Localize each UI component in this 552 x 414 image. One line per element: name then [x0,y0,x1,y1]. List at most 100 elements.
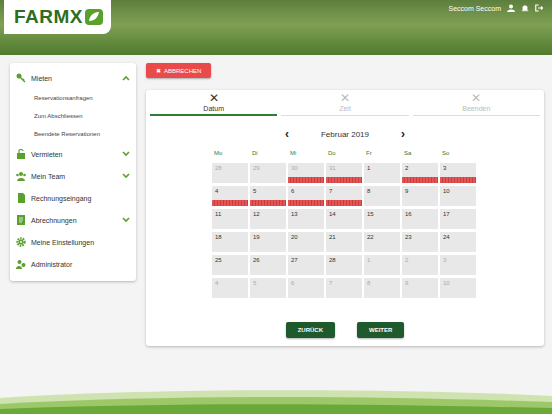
sidebar-item[interactable]: Meine Einstellungen [10,231,136,253]
sidebar-subitem[interactable]: Reservationsanfragen [10,89,136,107]
logo[interactable]: FARMX [4,0,111,34]
lock-icon [16,149,26,159]
calendar-day[interactable]: 8 [364,278,400,298]
calendar-day[interactable]: 15 [364,209,400,229]
calendar-day[interactable]: 9 [402,278,438,298]
calendar-day[interactable]: 28 [326,255,362,275]
chevron-icon[interactable] [122,75,130,81]
sidebar-group: Mein Team [10,165,136,187]
close-icon: ✕ [471,92,481,105]
reservation-bar [402,177,438,183]
calendar-day[interactable]: 10 [440,278,476,298]
close-icon: ✕ [340,92,350,105]
reservation-bar [326,177,362,183]
calendar-day[interactable]: 6 [288,186,324,206]
month-label: Februar 2019 [321,130,369,139]
calendar-day[interactable]: 1 [364,255,400,275]
calendar-day[interactable]: 29 [250,163,286,183]
user-bar: Seccom Seccom [440,0,552,16]
calendar-day[interactable]: 9 [402,186,438,206]
calendar-day[interactable]: 1 [364,163,400,183]
calendar-day[interactable]: 31 [326,163,362,183]
calendar-day[interactable]: 19 [250,232,286,252]
sidebar: MietenReservationsanfragenZum Abschliess… [10,63,136,281]
prev-month-button[interactable]: ‹ [285,128,289,140]
sidebar-item[interactable]: Mieten [10,67,136,89]
calendar-day[interactable]: 3 [440,255,476,275]
cancel-icon: ✖ [156,67,161,74]
sidebar-group: Vermieten [10,143,136,165]
chevron-icon[interactable] [122,217,130,223]
logout-icon[interactable] [535,4,544,12]
close-icon: ✕ [209,92,219,105]
calendar-day[interactable]: 20 [288,232,324,252]
calendar-day[interactable]: 5 [250,186,286,206]
calendar-day[interactable]: 7 [326,186,362,206]
calendar-day[interactable]: 27 [288,255,324,275]
calendar-day[interactable]: 17 [440,209,476,229]
calendar-day[interactable]: 2 [402,163,438,183]
calendar-day[interactable]: 7 [326,278,362,298]
chevron-icon[interactable] [122,173,130,179]
calendar-day[interactable]: 26 [250,255,286,275]
toolbar: ✖ABBRECHEN [146,63,544,78]
step-tab: ✕Beenden [413,90,540,116]
calendar-grid: MoDiMiDoFrSaSo28293031123456789101112131… [212,150,478,298]
billing-icon [16,215,26,225]
cancel-button[interactable]: ✖ABBRECHEN [146,63,211,78]
sidebar-item[interactable]: Administrator [10,253,136,275]
sidebar-item[interactable]: Abrechnungen [10,209,136,231]
calendar-day[interactable]: 23 [402,232,438,252]
next-button[interactable]: WEITER [357,322,404,338]
sidebar-subitem[interactable]: Beendete Reservationen [10,125,136,143]
content: ✖ABBRECHEN ✕Datum✕Zeit✕Beenden ‹ Februar 20… [146,63,544,346]
calendar-day[interactable]: 12 [250,209,286,229]
header: FARMX Seccom Seccom [0,0,552,55]
back-button[interactable]: ZURÜCK [286,322,335,338]
calendar-day[interactable]: 28 [212,163,248,183]
calendar-day[interactable]: 8 [364,186,400,206]
weekday-label: Do [326,150,362,160]
calendar-day[interactable]: 5 [250,278,286,298]
user-name[interactable]: Seccom Seccom [448,5,501,12]
user-icon[interactable] [507,4,515,12]
steps: ✕Datum✕Zeit✕Beenden [150,90,540,116]
weekday-label: Mi [288,150,324,160]
sidebar-item[interactable]: Mein Team [10,165,136,187]
calendar-day[interactable]: 3 [440,163,476,183]
calendar-day[interactable]: 24 [440,232,476,252]
calendar-day[interactable]: 11 [212,209,248,229]
calendar-day[interactable]: 25 [212,255,248,275]
weekday-label: Mo [212,150,248,160]
calendar-day[interactable]: 4 [212,186,248,206]
next-month-button[interactable]: › [401,128,405,140]
calendar-day[interactable]: 13 [288,209,324,229]
reservation-bar [212,200,248,206]
calendar-day[interactable]: 21 [326,232,362,252]
calendar-day[interactable]: 10 [440,186,476,206]
calendar-day[interactable]: 16 [402,209,438,229]
booking-card: ✕Datum✕Zeit✕Beenden ‹ Februar 2019 › MoDiMiD… [146,90,544,346]
sidebar-item[interactable]: Vermieten [10,143,136,165]
weekday-label: So [440,150,476,160]
calendar-day[interactable]: 14 [326,209,362,229]
chevron-icon[interactable] [122,151,130,157]
calendar-day[interactable]: 4 [212,278,248,298]
calendar-header: ‹ Februar 2019 › [212,128,478,140]
calendar: ‹Februar 2019›MoDiMiDoFrSaSo282930311234… [212,128,478,298]
reservation-bar [288,177,324,183]
sidebar-submenu: ReservationsanfragenZum AbschliessenBeen… [10,89,136,143]
sidebar-item[interactable]: Rechnungseingang [10,187,136,209]
reservation-bar [250,200,286,206]
calendar-day[interactable]: 2 [402,255,438,275]
weekday-label: Di [250,150,286,160]
calendar-day[interactable]: 6 [288,278,324,298]
step-tab[interactable]: ✕Datum [150,90,277,116]
bell-icon[interactable] [521,4,529,12]
sidebar-subitem[interactable]: Zum Abschliessen [10,107,136,125]
reservation-bar [326,200,362,206]
calendar-day[interactable]: 22 [364,232,400,252]
calendar-day[interactable]: 18 [212,232,248,252]
weekday-label: Sa [402,150,438,160]
calendar-day[interactable]: 30 [288,163,324,183]
